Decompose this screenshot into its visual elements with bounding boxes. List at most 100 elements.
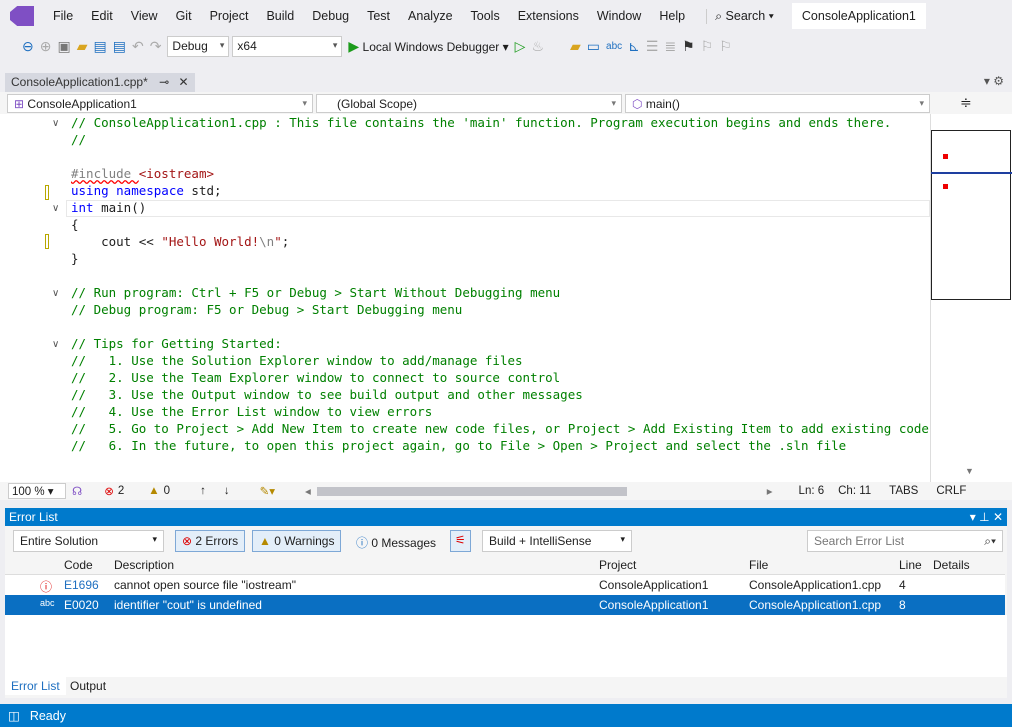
comment-icon[interactable]: ☰ (646, 38, 659, 55)
menu-edit[interactable]: Edit (82, 9, 122, 23)
horizontal-scrollbar-thumb[interactable] (316, 486, 627, 496)
settings-gear-icon[interactable]: ▾ ⚙ (984, 74, 1004, 88)
redo-icon[interactable]: ↷ (150, 38, 162, 55)
window-layout-icon[interactable]: ▭ (587, 38, 600, 55)
hot-reload-icon[interactable]: ♨ (531, 38, 544, 55)
zoom-select[interactable]: 100 % ▾ (8, 483, 66, 499)
save-all-icon[interactable]: ▤ (113, 38, 126, 55)
tab-output[interactable]: Output (65, 677, 111, 695)
column-description[interactable]: Description (114, 558, 174, 572)
fold-icon[interactable]: ∨ (52, 288, 59, 299)
step-icon[interactable]: ⊾ (628, 38, 640, 55)
save-icon[interactable]: ▤ (93, 38, 106, 55)
warnings-filter-button[interactable]: ▲ 0 Warnings (252, 530, 342, 552)
error-icon: ⊗ (182, 534, 193, 548)
fold-icon[interactable]: ∨ (52, 339, 59, 350)
scroll-down-icon[interactable]: ▼ (965, 466, 974, 476)
solution-explorer-icon[interactable]: ▰ (570, 38, 581, 55)
back-icon[interactable]: ⊖ (22, 38, 34, 55)
error-project: ConsoleApplication1 (599, 578, 709, 592)
forward-icon[interactable]: ⊕ (40, 38, 52, 55)
code-cleanup-icon[interactable]: ✎▾ (260, 484, 275, 498)
tab-consoleapplication1-cpp[interactable]: ConsoleApplication1.cpp* ⊸ ✕ (5, 73, 195, 92)
menu-debug[interactable]: Debug (303, 9, 358, 23)
column-details[interactable]: Details (933, 558, 970, 572)
error-code-link[interactable]: E1696 (64, 578, 99, 592)
next-issue-icon[interactable]: ↓ (224, 485, 230, 497)
pin-icon[interactable]: ⊸ (159, 75, 169, 89)
column-code[interactable]: Code (64, 558, 93, 572)
undo-icon[interactable]: ↶ (132, 38, 144, 55)
code-editor[interactable]: ∨ ∨ ∨ ∨ // ConsoleApplication1.cpp : Thi… (0, 114, 930, 482)
error-file: ConsoleApplication1.cpp (749, 578, 882, 592)
bookmark-icon[interactable]: ⚑ (682, 38, 695, 55)
fold-icon[interactable]: ∨ (52, 203, 59, 214)
tab-error-list[interactable]: Error List (5, 677, 66, 695)
menu-test[interactable]: Test (358, 9, 399, 23)
table-row[interactable]: ⓘ E1696 cannot open source file "iostrea… (5, 575, 1005, 595)
error-line: 8 (899, 598, 906, 612)
menu-project[interactable]: Project (201, 9, 258, 23)
configuration-select[interactable]: Debug (167, 35, 230, 57)
warnings-label: 0 Warnings (274, 534, 335, 548)
platform-select[interactable]: x64 (232, 35, 343, 57)
search-error-list-input[interactable]: Search Error List ⌕▾ (807, 530, 1003, 552)
open-file-icon[interactable]: ▰ (77, 38, 88, 55)
menu-tools[interactable]: Tools (462, 9, 509, 23)
project-dropdown[interactable]: ⊞ ConsoleApplication1 (7, 94, 313, 113)
error-count[interactable]: 2 (118, 485, 124, 497)
fold-icon[interactable]: ∨ (52, 118, 59, 129)
column-file[interactable]: File (749, 558, 768, 572)
menu-analyze[interactable]: Analyze (399, 9, 461, 23)
close-icon[interactable]: ✕ (179, 75, 189, 89)
column-line[interactable]: Line (899, 558, 922, 572)
member-dropdown[interactable]: ⬡ main() (625, 94, 930, 113)
scroll-left-icon[interactable]: ◂ (305, 484, 311, 498)
menu-git[interactable]: Git (167, 9, 201, 23)
project-icon: ⊞ (14, 97, 25, 111)
search-icon: ⌕▾ (984, 534, 996, 548)
warning-count[interactable]: 0 (164, 485, 170, 497)
spell-check-icon[interactable]: abc (606, 41, 622, 52)
scroll-right-icon[interactable]: ▸ (767, 484, 773, 498)
table-row[interactable]: abc E0020 identifier "cout" is undefined… (5, 595, 1005, 615)
menu-file[interactable]: File (44, 9, 82, 23)
indent-icon[interactable]: ≣ (664, 38, 676, 55)
document-tabs: ConsoleApplication1.cpp* ⊸ ✕ ▾ ⚙ (0, 70, 1012, 92)
search-label: Search (725, 8, 766, 23)
column-project[interactable]: Project (599, 558, 636, 572)
menu-build[interactable]: Build (257, 9, 303, 23)
new-project-icon[interactable]: ▣ (57, 38, 70, 55)
column-indicator[interactable]: Ch: 11 (838, 485, 871, 497)
close-icon[interactable]: ✕ (993, 510, 1003, 524)
source-select[interactable]: Build + IntelliSense ▾ (482, 530, 632, 552)
scope-select[interactable]: Entire Solution ▾ (13, 530, 164, 552)
code-token: int (71, 200, 94, 215)
panel-menu-icon[interactable]: ▾ (970, 510, 976, 524)
bookmark-next-icon[interactable]: ⚐ (719, 38, 732, 55)
line-indicator[interactable]: Ln: 6 (799, 485, 825, 497)
start-without-debugging-icon[interactable]: ▷ (515, 38, 526, 55)
errors-filter-button[interactable]: ⊗ 2 Errors (175, 530, 246, 552)
notifications-icon[interactable]: ◫ (8, 708, 20, 723)
intellicode-icon[interactable]: ☊ (72, 484, 82, 498)
filter-icon[interactable]: ⚟ (450, 530, 471, 552)
split-editor-icon[interactable]: ≑ (960, 94, 972, 111)
menu-help[interactable]: Help (650, 9, 694, 23)
code-line: // ConsoleApplication1.cpp : This file c… (71, 114, 891, 131)
bookmark-prev-icon[interactable]: ⚐ (701, 38, 714, 55)
previous-issue-icon[interactable]: ↑ (200, 485, 206, 497)
messages-filter-button[interactable]: ⓘ 0 Messages (349, 530, 443, 552)
line-ending-indicator[interactable]: CRLF (936, 485, 966, 497)
minimap-scrollbar[interactable]: ▼ (930, 114, 1012, 482)
tabs-indicator[interactable]: TABS (889, 485, 918, 497)
menu-extensions[interactable]: Extensions (509, 9, 588, 23)
status-text: Ready (29, 708, 66, 723)
search-button[interactable]: ⌕ Search ▾ (706, 8, 782, 24)
start-debugging-button[interactable]: ▶ Local Windows Debugger ▾ (348, 38, 508, 55)
menu-view[interactable]: View (122, 9, 167, 23)
menu-window[interactable]: Window (588, 9, 650, 23)
scope-dropdown[interactable]: (Global Scope) (316, 94, 622, 113)
error-code-link[interactable]: E0020 (64, 598, 99, 612)
pin-icon[interactable]: ⊥ (979, 510, 989, 524)
